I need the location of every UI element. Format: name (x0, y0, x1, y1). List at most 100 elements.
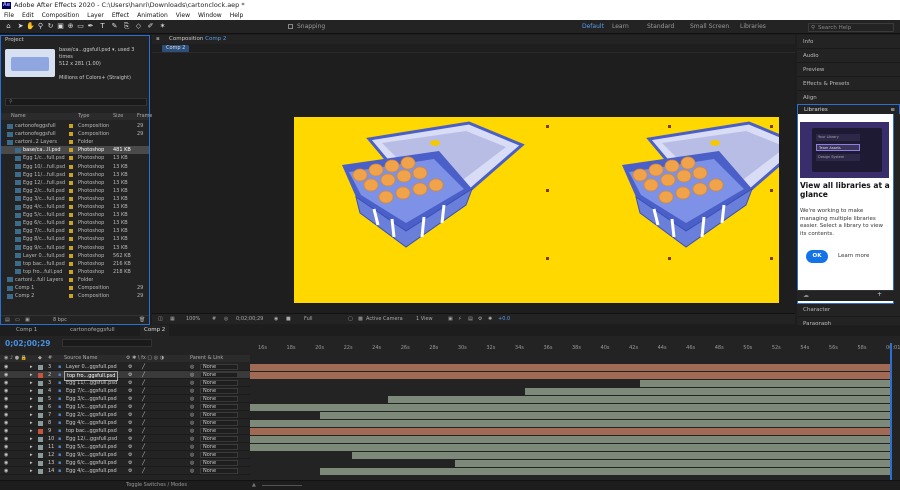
menu-file[interactable]: File (0, 11, 18, 20)
exposure-icon[interactable]: ✺ (488, 314, 492, 325)
puppet-tool-icon[interactable]: ✶ (158, 22, 167, 31)
camera-tool-icon[interactable]: ▣ (56, 22, 65, 31)
trash-icon[interactable]: 🗑 (139, 316, 145, 325)
quality-switch-icon[interactable]: ╱ (142, 379, 145, 387)
workspace-standard[interactable]: Standard (647, 23, 674, 30)
comp-timecode[interactable]: 0;02;00;29 (236, 314, 263, 325)
new-comp-icon[interactable]: ▣ (25, 316, 30, 325)
label-color-swatch[interactable] (69, 180, 73, 185)
parent-select[interactable]: None (200, 380, 238, 386)
label-color-swatch[interactable] (69, 213, 73, 218)
cloud-icon[interactable]: ☁ (803, 292, 809, 299)
views-select[interactable]: 1 View (416, 314, 433, 325)
pick-whip-icon[interactable]: ◎ (190, 403, 194, 411)
menu-window[interactable]: Window (194, 11, 226, 20)
visibility-eye-icon[interactable]: ◉ (4, 379, 8, 387)
libraries-panel-header[interactable]: Libraries ≡ (797, 104, 900, 114)
label-color-swatch[interactable] (69, 205, 73, 209)
quality-switch-icon[interactable]: ╱ (142, 435, 145, 443)
project-item[interactable]: Egg 4/c...full.psd Photoshop 13 KB (1, 203, 149, 211)
expand-twirl-icon[interactable]: ▸ (30, 403, 33, 411)
pick-whip-icon[interactable]: ◎ (190, 451, 194, 459)
project-item[interactable]: top bac...full.psd Photoshop 216 KB (1, 260, 149, 268)
fast-preview-icon[interactable]: ⚡ (458, 314, 462, 325)
layer-row[interactable]: ◉ ▸ 11 ▪ Egg 5/c...ggsfull.psd ⚙ ╱ ◎ None (0, 443, 250, 451)
lock-icon[interactable]: ▪ (156, 35, 160, 44)
quality-switch-icon[interactable]: ╱ (142, 443, 145, 451)
project-item[interactable]: Comp 1 Composition 29 (1, 284, 149, 292)
zoom-level[interactable]: 100% (186, 314, 200, 325)
shy-switch-icon[interactable]: ⚙ (128, 467, 132, 475)
visibility-eye-icon[interactable]: ◉ (4, 387, 8, 395)
project-item[interactable]: Egg 3/c...full.psd Photoshop 13 KB (1, 195, 149, 203)
align-panel-tab[interactable]: Align (797, 91, 900, 105)
layer-label-swatch[interactable] (38, 460, 43, 466)
parent-select[interactable]: None (200, 460, 238, 466)
label-color-swatch[interactable] (69, 277, 73, 282)
expand-twirl-icon[interactable]: ▸ (30, 411, 33, 419)
pick-whip-icon[interactable]: ◎ (190, 467, 194, 475)
visibility-eye-icon[interactable]: ◉ (4, 371, 8, 379)
timeline-tab-comp1[interactable]: Comp 1 (12, 325, 41, 336)
layer-label-swatch[interactable] (38, 396, 43, 402)
expand-twirl-icon[interactable]: ▸ (30, 427, 33, 435)
transform-handle[interactable] (546, 125, 549, 128)
timeline-icon[interactable]: ▤ (468, 314, 473, 325)
quality-switch-icon[interactable]: ╱ (142, 395, 145, 403)
composition-tab[interactable]: Composition Comp 2 (169, 35, 226, 44)
hand-tool-icon[interactable]: ✋ (26, 22, 35, 31)
layer-label-swatch[interactable] (38, 404, 43, 410)
layer-duration-bar[interactable] (352, 451, 890, 459)
layer-name[interactable]: Egg 4/c...ggsfull.psd (64, 467, 119, 475)
quality-switch-icon[interactable]: ╱ (142, 387, 145, 395)
workspace-libraries[interactable]: Libraries (740, 23, 766, 30)
quality-switch-icon[interactable]: ╱ (142, 467, 145, 475)
quality-switch-icon[interactable]: ╱ (142, 459, 145, 467)
label-color-swatch[interactable] (69, 156, 73, 161)
label-color-swatch[interactable] (69, 286, 73, 290)
interpret-icon[interactable]: ▤ (5, 316, 10, 325)
parent-select[interactable]: None (200, 404, 238, 410)
project-item[interactable]: Egg 10/...full.psd Photoshop 13 KB (1, 163, 149, 171)
comp-canvas[interactable] (294, 117, 805, 303)
audio-panel-tab[interactable]: Audio (797, 49, 900, 63)
new-folder-icon[interactable]: ▭ (15, 316, 20, 325)
expand-twirl-icon[interactable]: ▸ (30, 395, 33, 403)
transform-handle[interactable] (546, 257, 549, 260)
visibility-eye-icon[interactable]: ◉ (4, 443, 8, 451)
workspace-learn[interactable]: Learn (612, 23, 629, 30)
col-type[interactable]: Type (78, 113, 89, 120)
visibility-eye-icon[interactable]: ◉ (4, 419, 8, 427)
expand-twirl-icon[interactable]: ▸ (30, 467, 33, 475)
zoom-slider[interactable] (262, 485, 302, 486)
layer-name[interactable]: Layer 0...ggsfull.psd (64, 363, 119, 371)
col-name[interactable]: Name (11, 113, 26, 120)
color-swatch-icon[interactable]: ■ (286, 314, 291, 325)
pick-whip-icon[interactable]: ◎ (190, 443, 194, 451)
label-color-swatch[interactable] (69, 253, 73, 258)
parent-select[interactable]: None (200, 364, 238, 370)
layer-name[interactable]: Egg 3/c...ggsfull.psd (64, 395, 119, 403)
shy-switch-icon[interactable]: ⚙ (128, 427, 132, 435)
view-options-icon[interactable]: ▣ (448, 314, 453, 325)
transform-handle[interactable] (770, 257, 773, 260)
expand-twirl-icon[interactable]: ▸ (30, 379, 33, 387)
preview-panel-tab[interactable]: Preview (797, 63, 900, 77)
shy-switch-icon[interactable]: ⚙ (128, 371, 132, 379)
visibility-eye-icon[interactable]: ◉ (4, 395, 8, 403)
help-search-input[interactable]: ⚲ Search Help (808, 23, 894, 32)
label-color-swatch[interactable] (69, 188, 73, 193)
label-color-swatch[interactable] (69, 237, 73, 242)
layer-name[interactable]: top bac...ggsfull.psd (64, 427, 119, 435)
layer-row[interactable]: ◉ ▸ 9 ▪ top bac...ggsfull.psd ⚙ ╱ ◎ None (0, 427, 250, 435)
snapping-checkbox[interactable] (288, 24, 293, 29)
roi-icon[interactable]: ▢ (348, 314, 353, 325)
menu-composition[interactable]: Composition (38, 11, 83, 20)
layer-name[interactable]: Egg 6/c...ggsfull.psd (64, 459, 119, 467)
visibility-eye-icon[interactable]: ◉ (4, 411, 8, 419)
camera-select[interactable]: Active Camera (366, 314, 403, 325)
layer-name[interactable]: Egg 7/c...ggsfull.psd (64, 387, 119, 395)
project-item[interactable]: Egg 11/...full.psd Photoshop 13 KB (1, 171, 149, 179)
shy-switch-icon[interactable]: ⚙ (128, 443, 132, 451)
region-icon[interactable]: ▦ (170, 314, 175, 325)
